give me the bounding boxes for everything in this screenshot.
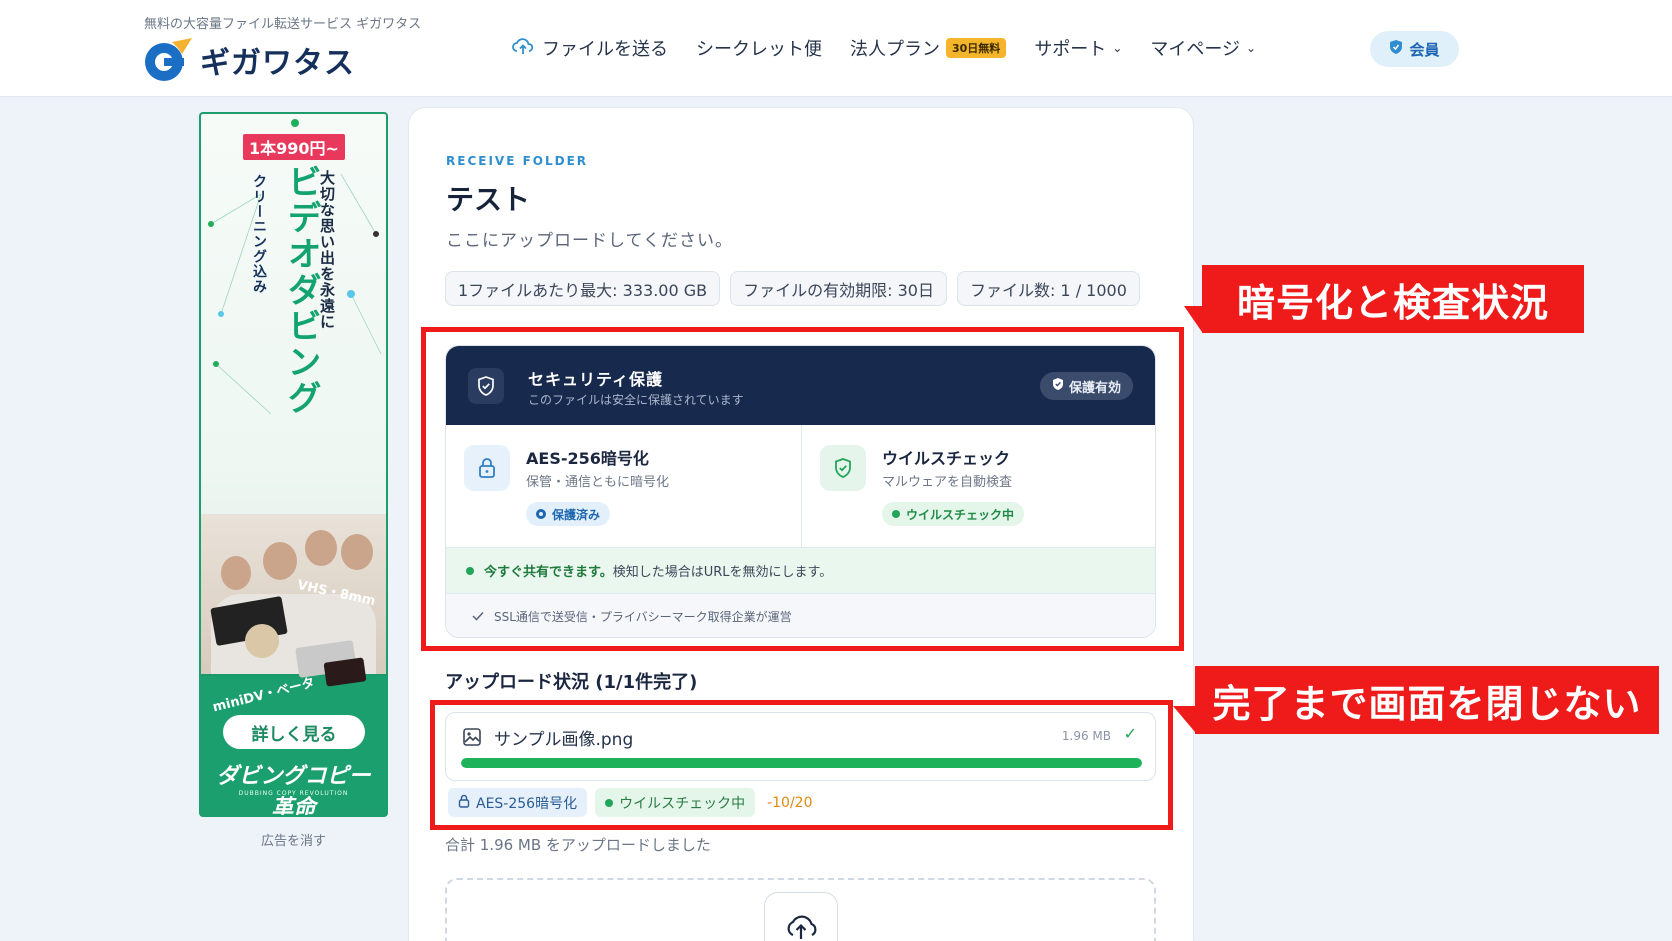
chevron-down-icon: ⌄ xyxy=(1246,41,1257,55)
upload-dropzone[interactable] xyxy=(445,878,1156,941)
cloud-upload-icon xyxy=(512,37,534,60)
nav-support[interactable]: サポート ⌄ xyxy=(1034,34,1122,62)
nav-send-files-label: ファイルを送る xyxy=(542,39,668,60)
nav-business-plan[interactable]: 法人プラン 30日無料 xyxy=(850,34,1007,62)
file-count-chip: ファイル数: 1 / 1000 xyxy=(956,271,1140,306)
logo-icon xyxy=(142,36,194,84)
limit-chips: 1ファイルあたり最大: 333.00 GB ファイルの有効期限: 30日 ファイ… xyxy=(445,271,1140,306)
film-reel-icon xyxy=(245,624,279,658)
site-tagline: 無料の大容量ファイル転送サービス ギガワタス xyxy=(144,17,422,32)
nav-send-files[interactable]: ファイルを送る xyxy=(512,34,668,62)
nav-mypage-label: マイページ xyxy=(1150,39,1241,60)
ad-price: 1本990円~ xyxy=(243,134,345,160)
callout-tail xyxy=(1184,306,1202,332)
logo-text: ギガワタス xyxy=(200,46,355,81)
upload-highlight-box xyxy=(430,700,1173,830)
max-size-chip: 1ファイルあたり最大: 333.00 GB xyxy=(445,271,721,306)
nav-secret-label: シークレット便 xyxy=(696,39,822,60)
nav-support-label: サポート xyxy=(1034,39,1107,60)
nav-business-plan-label: 法人プラン xyxy=(850,39,940,60)
nav-secret[interactable]: シークレット便 xyxy=(696,34,822,62)
site-logo[interactable]: ギガワタス xyxy=(142,36,355,84)
ad-title: ビデオダビング xyxy=(281,164,321,416)
upload-status-title: アップロード状況 (1/1件完了) xyxy=(445,672,698,693)
free-trial-badge: 30日無料 xyxy=(946,38,1007,58)
callout-do-not-close: 完了まで画面を閉じない xyxy=(1195,666,1659,734)
chevron-down-icon: ⌄ xyxy=(1112,41,1123,55)
site-header: 無料の大容量ファイル転送サービス ギガワタス ギガワタス ファイルを送る シーク… xyxy=(0,0,1672,97)
remove-ad-link[interactable]: 広告を消す xyxy=(199,830,388,849)
page-title: テスト xyxy=(446,183,531,216)
member-button-label: 会員 xyxy=(1409,40,1440,59)
ad-brand-en: DUBBING COPY REVOLUTION xyxy=(238,790,349,797)
page-eyebrow: RECEIVE FOLDER xyxy=(446,154,589,168)
ad-subtitle-cleaning: クリーニング込み xyxy=(251,174,267,294)
ad-details-button[interactable]: 詳しく見る xyxy=(223,715,365,749)
shield-icon xyxy=(1389,39,1403,59)
main-nav: ファイルを送る シークレット便 法人プラン 30日無料 サポート ⌄ マイページ… xyxy=(512,34,1284,62)
callout-tail xyxy=(1173,706,1195,732)
nav-mypage[interactable]: マイページ ⌄ xyxy=(1150,34,1256,62)
ad-brand: ダビングコピー革命 xyxy=(216,764,371,817)
page-description: ここにアップロードしてください。 xyxy=(446,231,733,251)
upload-total: 合計 1.96 MB をアップロードしました xyxy=(445,836,711,854)
callout-encryption: 暗号化と検査状況 xyxy=(1202,265,1584,333)
cloud-upload-icon xyxy=(764,892,838,941)
security-highlight-box xyxy=(421,327,1184,651)
side-advertisement[interactable]: 1本990円~ 大切な思い出を永遠に ビデオダビング クリーニング込み VHS・… xyxy=(199,112,388,817)
member-button[interactable]: 会員 xyxy=(1370,31,1459,67)
expiry-chip: ファイルの有効期限: 30日 xyxy=(730,271,947,306)
